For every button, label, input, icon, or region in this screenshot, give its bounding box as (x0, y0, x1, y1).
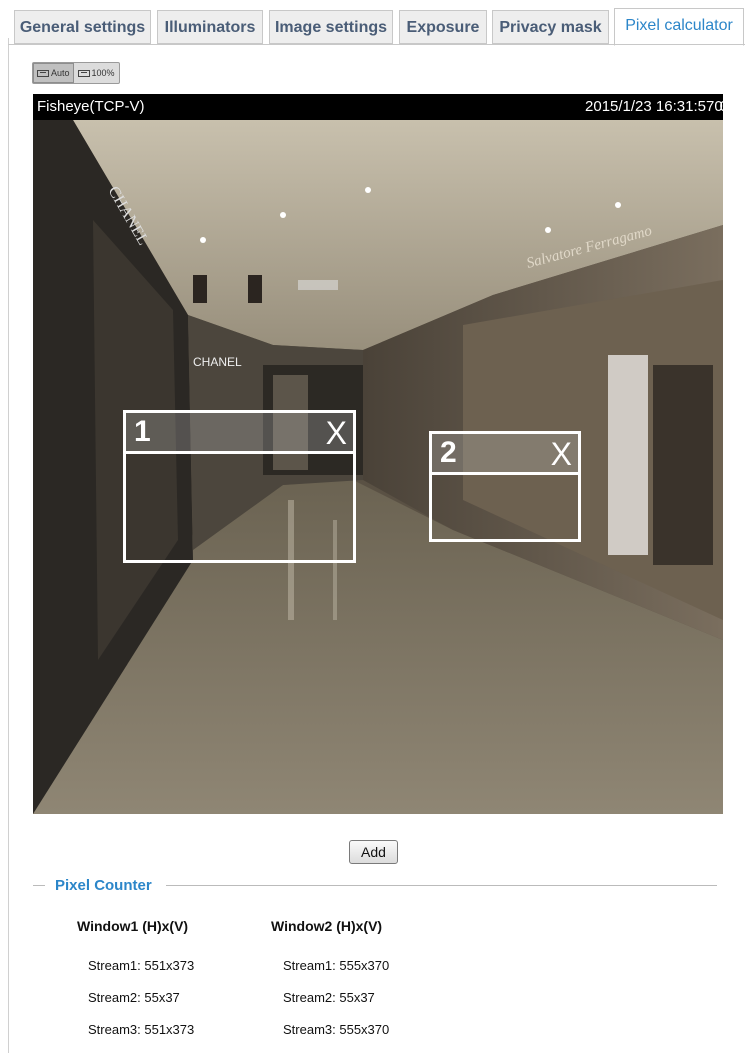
tab-illuminators[interactable]: Illuminators (157, 10, 263, 44)
fit-screen-icon (37, 69, 49, 77)
zoom-100-label: 100% (91, 68, 115, 78)
pixel-window-1-number: 1 (134, 415, 151, 448)
chanel-entrance-sign: CHANEL (193, 355, 242, 369)
pixel-counter-divider-left (33, 885, 45, 886)
page-left-border (8, 38, 9, 1053)
window1-stream3-value: Stream3: 551x373 (88, 1022, 195, 1037)
window1-column-header: Window1 (H)x(V) (77, 918, 189, 934)
pixel-counter-divider-right (166, 885, 717, 886)
actual-size-icon (77, 69, 90, 77)
zoom-toggle: Auto 100% (32, 62, 120, 84)
window2-column-header: Window2 (H)x(V) (271, 918, 383, 934)
tab-exposure[interactable]: Exposure (399, 10, 487, 44)
pixel-window-2-close-icon[interactable]: X (551, 436, 572, 472)
pixel-window-1-title[interactable]: 1 X (126, 413, 353, 454)
tab-privacy-mask[interactable]: Privacy mask (492, 10, 609, 44)
tab-general-settings[interactable]: General settings (14, 10, 151, 44)
window1-stream1-value: Stream1: 551x373 (88, 958, 195, 973)
window2-stream1-value: Stream1: 555x370 (283, 958, 390, 973)
pixel-counter-legend: Pixel Counter (55, 877, 152, 894)
window2-stream2-value: Stream2: 55x37 (283, 990, 375, 1005)
camera-name: Fisheye(TCP-V) (37, 98, 145, 115)
video-timestamp: 2015/1/23 16:31:5700 (585, 98, 728, 115)
video-title-bar: Fisheye(TCP-V) 2015/1/23 16:31:5700 (33, 94, 728, 120)
window2-stream3-value: Stream3: 555x370 (283, 1022, 390, 1037)
pixel-window-2-number: 2 (440, 436, 457, 469)
pixel-window-2[interactable]: 2 X (429, 431, 581, 542)
window1-stream2-value: Stream2: 55x37 (88, 990, 180, 1005)
zoom-auto-button[interactable]: Auto (33, 63, 74, 83)
add-window-button[interactable]: Add (349, 840, 398, 864)
pixel-window-1-close-icon[interactable]: X (326, 415, 347, 451)
zoom-auto-label: Auto (51, 68, 70, 78)
pixel-window-1[interactable]: 1 X (123, 410, 356, 563)
zoom-100-button[interactable]: 100% (74, 63, 119, 83)
tab-underline (8, 44, 745, 45)
live-video-view[interactable]: CHANEL CHANEL Salvatore Ferragamo 1 X 2 … (33, 120, 723, 814)
tab-image-settings[interactable]: Image settings (269, 10, 393, 44)
tab-pixel-calculator[interactable]: Pixel calculator (614, 8, 744, 46)
pixel-window-2-title[interactable]: 2 X (432, 434, 578, 475)
